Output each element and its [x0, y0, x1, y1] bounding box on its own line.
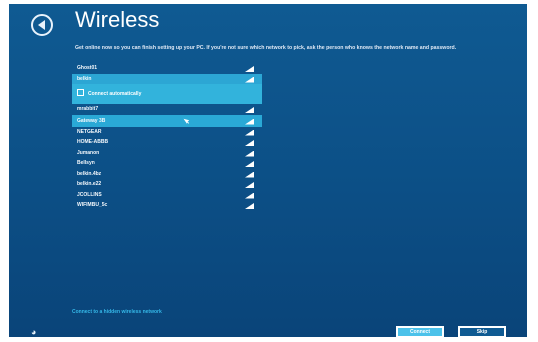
network-list: Ghost01 belkin Connect automatically mra… [72, 63, 262, 211]
mouse-cursor-icon [183, 116, 190, 124]
network-item[interactable]: Bellsyn [72, 158, 262, 169]
wifi-signal-icon [245, 66, 254, 72]
wifi-signal-icon [245, 140, 254, 146]
ease-of-access-icon[interactable]: ◕ [31, 328, 43, 337]
oobe-screen: Wireless Get online now so you can finis… [9, 4, 527, 337]
network-item[interactable]: Ghost01 [72, 63, 262, 74]
network-item[interactable]: belkin.e22 [72, 179, 262, 190]
network-item[interactable]: Jumanon [72, 148, 262, 159]
network-name: Bellsyn [77, 160, 95, 166]
network-item[interactable]: WIFIMBU_5c [72, 200, 262, 211]
network-name: WIFIMBU_5c [77, 202, 108, 208]
network-name: belkin.4bz [77, 170, 102, 177]
network-name: belkin [77, 75, 92, 82]
wifi-signal-icon [245, 182, 254, 188]
network-item-hovered[interactable]: Gateway 3B [72, 114, 262, 127]
skip-button[interactable]: Skip [458, 326, 506, 337]
back-button[interactable] [31, 14, 53, 36]
network-name: Gateway 3B [77, 117, 106, 124]
wifi-signal-icon [245, 118, 254, 125]
page-title: Wireless [75, 7, 160, 32]
connect-automatically-label: Connect automatically [88, 91, 142, 97]
network-item[interactable]: HOME-ABBB [72, 137, 262, 148]
network-name: belkin.e22 [77, 181, 102, 187]
network-name: NETGEAR [77, 128, 102, 135]
connect-button[interactable]: Connect [396, 326, 444, 337]
connect-automatically-checkbox[interactable] [77, 89, 84, 97]
network-name: mrabbit7 [77, 106, 99, 112]
wifi-signal-icon [245, 76, 254, 83]
network-item[interactable]: mrabbit7 [72, 104, 262, 115]
hidden-network-link[interactable]: Connect to a hidden wireless network [72, 309, 162, 315]
instructions-text: Get online now so you can finish setting… [75, 45, 457, 51]
wifi-signal-icon [245, 150, 254, 157]
network-item[interactable]: NETGEAR [72, 127, 262, 138]
network-item-selected[interactable]: belkin [72, 73, 262, 84]
wifi-signal-icon [245, 107, 254, 113]
back-arrow-icon [37, 20, 45, 30]
network-name: HOME-ABBB [77, 139, 109, 145]
network-name: Ghost01 [77, 65, 98, 71]
wifi-signal-icon [245, 192, 254, 199]
wifi-signal-icon [245, 129, 254, 136]
connect-automatically-option[interactable]: Connect automatically [72, 84, 262, 104]
wifi-signal-icon [245, 203, 254, 209]
wifi-signal-icon [245, 171, 254, 178]
network-item[interactable]: JCOLLINS [72, 190, 262, 201]
network-name: Jumanon [77, 149, 100, 156]
network-name: JCOLLINS [77, 191, 102, 198]
network-item[interactable]: belkin.4bz [72, 169, 262, 180]
wifi-signal-icon [245, 161, 254, 167]
